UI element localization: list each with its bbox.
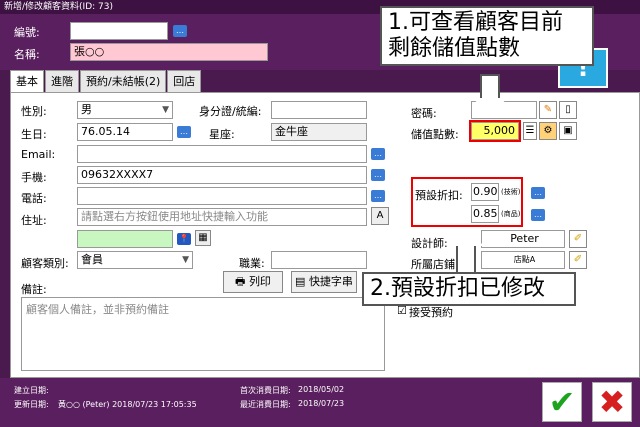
tab-return[interactable]: 回店 [167, 70, 202, 92]
zodiac-value: 金牛座 [271, 123, 367, 141]
points-label: 儲值點數: [411, 128, 459, 141]
designer-label: 設計師: [411, 237, 448, 250]
store-label: 所屬店鋪: [411, 258, 459, 271]
gender-select[interactable]: 男 ▼ [77, 101, 173, 119]
discount-product-tag: (商品) [501, 210, 521, 218]
check-icon: ✔ [548, 383, 576, 421]
tab-appointments[interactable]: 預約/未結帳(2) [80, 70, 167, 92]
chat-icon[interactable]: … [531, 209, 545, 221]
print-button-label: 列印 [248, 275, 271, 288]
list-icon[interactable]: ☰ [523, 122, 537, 140]
email-input[interactable] [77, 145, 367, 163]
store-select[interactable]: 店點A [481, 251, 565, 269]
tab-bar: 基本 進階 預約/未結帳(2) 回店 [10, 70, 202, 93]
address-helper-icon[interactable]: A [371, 207, 389, 225]
chevron-down-icon: ▼ [182, 255, 189, 265]
footer: 建立日期: 更新日期: 黃○○ (Peter) 2018/07/23 17:05… [0, 378, 640, 427]
chat-icon[interactable]: … [371, 169, 385, 181]
category-label: 顧客類別: [21, 257, 69, 270]
chat-icon[interactable]: … [371, 190, 385, 202]
birthday-label: 生日: [21, 128, 47, 141]
chevron-down-icon: ▼ [162, 105, 169, 115]
phone-input[interactable] [77, 187, 367, 205]
pin-icon[interactable]: 📍 [177, 233, 191, 245]
callout-arrow-down [480, 74, 500, 100]
gear-icon[interactable]: ⚙ [539, 122, 557, 140]
zodiac-label: 星座: [209, 128, 235, 141]
chat-icon[interactable]: … [173, 25, 187, 37]
document-icon: ▤ [295, 275, 309, 288]
mobile-label: 手機: [21, 171, 47, 184]
code-input[interactable] [70, 22, 168, 40]
print-button[interactable]: 🖶 列印 [223, 271, 283, 293]
brush-icon[interactable]: ✐ [569, 230, 587, 248]
category-select[interactable]: 會員 ▼ [77, 251, 193, 269]
phone-label: 電話: [21, 192, 47, 205]
quick-string-button[interactable]: ▤ 快捷字串 [291, 271, 357, 293]
gender-value: 男 [81, 103, 92, 116]
last-purchase-value: 2018/07/23 [298, 399, 345, 408]
last-purchase-label: 最近消費日期: [240, 400, 291, 409]
quick-string-label: 快捷字串 [308, 275, 353, 288]
id-label: 身分證/統編: [199, 105, 262, 118]
discount-tech-input[interactable]: 0.90 [471, 183, 499, 201]
gender-label: 性別: [21, 105, 47, 118]
discount-tech-tag: (技術) [501, 188, 521, 196]
callout-arrow-up [456, 246, 476, 274]
first-purchase-label: 首次消費日期: [240, 386, 291, 395]
accept-label: 接受預約 [409, 306, 453, 319]
job-label: 職業: [239, 257, 265, 270]
document-icon[interactable]: ▯ [559, 101, 577, 119]
printer-icon: 🖶 [235, 275, 249, 288]
map-icon[interactable]: ▦ [195, 230, 211, 246]
discount-product-input[interactable]: 0.85 [471, 205, 499, 223]
cross-icon: ✖ [598, 383, 626, 421]
updated-value: 黃○○ (Peter) 2018/07/23 17:05:35 [58, 400, 197, 409]
chat-icon[interactable]: … [177, 126, 191, 138]
callout-points: 1.可查看顧客目前 剩餘儲值點數 [380, 6, 594, 66]
code-label: 編號: [14, 26, 40, 39]
tab-advanced[interactable]: 進階 [45, 70, 79, 92]
confirm-button[interactable]: ✔ [542, 382, 582, 422]
name-input[interactable]: 張○○ [70, 43, 268, 61]
callout-discount: 2.預設折扣已修改 [362, 272, 576, 306]
chat-icon[interactable]: … [371, 148, 385, 160]
chat-icon[interactable]: … [531, 187, 545, 199]
mobile-input[interactable]: 09632XXXX7 [77, 166, 367, 184]
ellipsis-icon[interactable]: ▣ [559, 122, 577, 140]
cancel-button[interactable]: ✖ [592, 382, 632, 422]
pencil-icon[interactable]: ✎ [539, 101, 557, 119]
points-highlight [469, 120, 521, 142]
created-label: 建立日期: [14, 386, 49, 395]
password-label: 密碼: [411, 107, 437, 120]
birthday-input[interactable]: 76.05.14 [77, 123, 173, 141]
address-label: 住址: [21, 214, 47, 227]
discount-label: 預設折扣: [415, 189, 463, 202]
updated-label: 更新日期: [14, 400, 49, 409]
email-label: Email: [21, 148, 56, 161]
name-label: 名稱: [14, 48, 40, 61]
id-input[interactable] [271, 101, 367, 119]
designer-select[interactable]: Peter [481, 230, 565, 248]
category-value: 會員 [81, 253, 103, 266]
postal-input[interactable] [77, 230, 173, 248]
arrow-up-icon [448, 228, 484, 246]
form-panel: 性別: 男 ▼ 身分證/統編: 生日: 76.05.14 … 星座: 金牛座 E… [10, 92, 640, 378]
first-purchase-value: 2018/05/02 [298, 385, 345, 394]
brush-icon[interactable]: ✐ [569, 251, 587, 269]
address-input[interactable]: 請點選右方按鈕使用地址快捷輸入功能 [77, 208, 367, 226]
note-textarea[interactable]: 顧客個人備註，並非預約備註 [21, 297, 385, 371]
job-input[interactable] [271, 251, 367, 269]
tab-basic[interactable]: 基本 [10, 70, 44, 93]
note-label: 備註: [21, 283, 47, 296]
arrow-down-icon [472, 98, 508, 114]
